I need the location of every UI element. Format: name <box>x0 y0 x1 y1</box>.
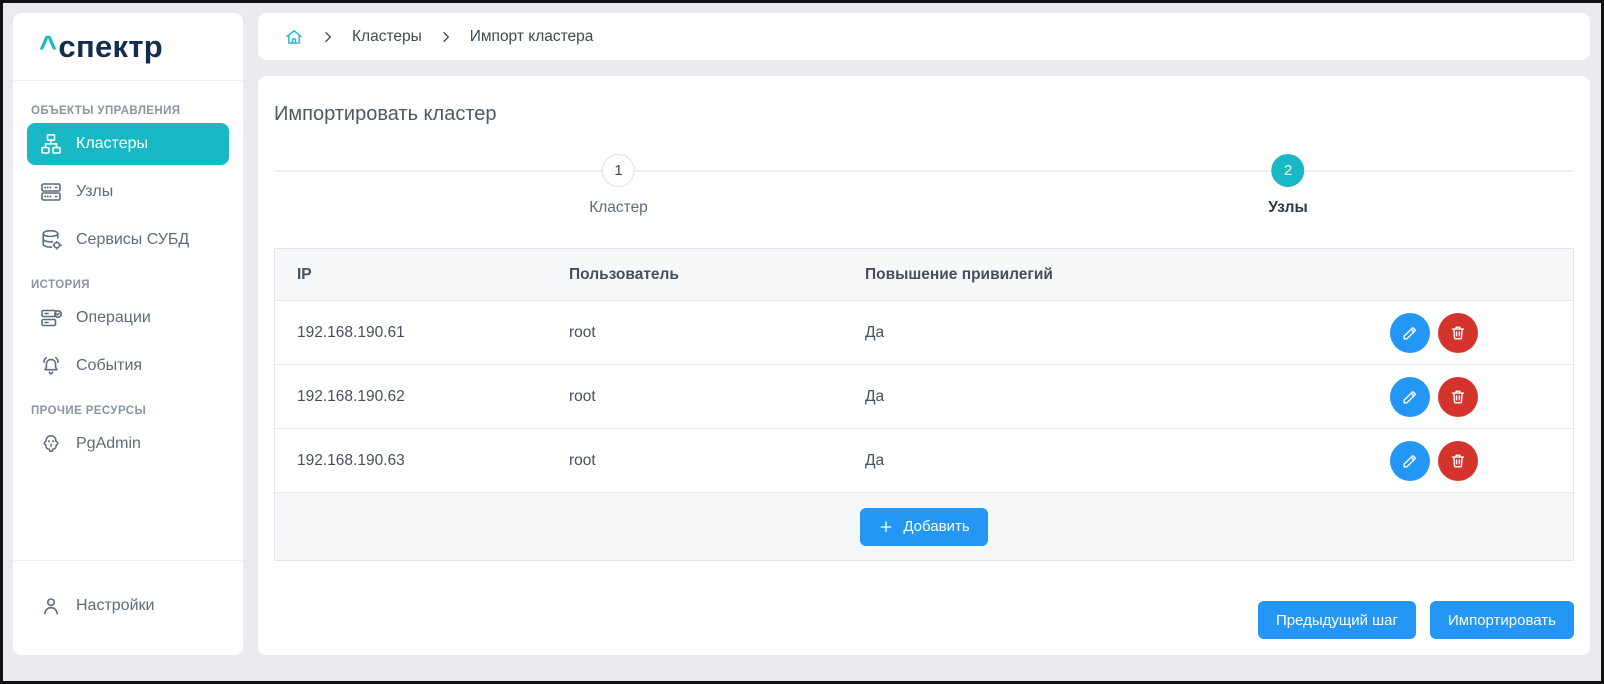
table-header-row: IP Пользователь Повышение привилегий <box>275 249 1573 301</box>
wizard-stepper: 1 Кластер 2 Узлы <box>274 154 1574 232</box>
row-actions <box>1243 441 1573 481</box>
sidebar-item-label: Узлы <box>76 183 113 201</box>
table-row: 192.168.190.63 root Да <box>275 429 1573 493</box>
section-label-history: ИСТОРИЯ <box>31 279 225 291</box>
breadcrumb: Кластеры Импорт кластера <box>258 13 1590 60</box>
step-cluster[interactable]: 1 Кластер <box>589 154 648 217</box>
section-label-objects: ОБЪЕКТЫ УПРАВЛЕНИЯ <box>31 105 225 117</box>
edit-node-button[interactable] <box>1390 313 1430 353</box>
cell-privilege: Да <box>843 452 1243 470</box>
previous-step-button[interactable]: Предыдущий шаг <box>1258 601 1416 639</box>
breadcrumb-import-cluster: Импорт кластера <box>470 28 594 46</box>
trash-icon <box>1448 451 1468 471</box>
page-title: Импортировать кластер <box>274 103 1574 126</box>
step-nodes[interactable]: 2 Узлы <box>1268 154 1307 217</box>
cell-privilege: Да <box>843 388 1243 406</box>
sidebar-item-label: Настройки <box>76 597 154 615</box>
logo-caret: ^ <box>39 29 57 65</box>
sidebar-item-label: Сервисы СУБД <box>76 231 189 249</box>
sidebar-item-label: PgAdmin <box>76 435 141 453</box>
import-cluster-card: Импортировать кластер 1 Кластер 2 Узлы I… <box>258 76 1590 655</box>
sidebar-item-clusters[interactable]: Кластеры <box>27 123 229 165</box>
chevron-right-icon <box>439 30 453 44</box>
sidebar-footer: Настройки <box>13 560 243 655</box>
events-icon <box>39 354 63 378</box>
table-row: 192.168.190.61 root Да <box>275 301 1573 365</box>
sidebar-item-events[interactable]: События <box>27 345 229 387</box>
add-node-button[interactable]: Добавить <box>860 508 987 546</box>
trash-icon <box>1448 387 1468 407</box>
cluster-icon <box>39 132 63 156</box>
user-icon <box>39 594 63 618</box>
row-actions <box>1243 377 1573 417</box>
plus-icon <box>878 519 894 535</box>
db-services-icon <box>39 228 63 252</box>
cell-user: root <box>547 452 843 470</box>
sidebar-item-pgadmin[interactable]: PgAdmin <box>27 423 229 465</box>
nodes-icon <box>39 180 63 204</box>
sidebar: ^спектр ОБЪЕКТЫ УПРАВЛЕНИЯ Кластеры <box>13 13 243 655</box>
edit-node-button[interactable] <box>1390 441 1430 481</box>
stepper-line <box>274 170 1574 172</box>
pgadmin-icon <box>39 432 63 456</box>
sidebar-item-label: Кластеры <box>76 135 148 153</box>
operations-icon <box>39 306 63 330</box>
sidebar-item-label: События <box>76 357 142 375</box>
column-header-user: Пользователь <box>547 266 843 284</box>
column-header-ip: IP <box>275 266 547 284</box>
trash-icon <box>1448 323 1468 343</box>
cell-ip: 192.168.190.63 <box>275 452 547 470</box>
step-label: Кластер <box>589 199 648 217</box>
table-row: 192.168.190.62 root Да <box>275 365 1573 429</box>
row-actions <box>1243 313 1573 353</box>
column-header-privilege: Повышение привилегий <box>843 266 1243 284</box>
chevron-right-icon <box>321 30 335 44</box>
breadcrumb-clusters[interactable]: Кластеры <box>352 28 422 46</box>
table-footer: Добавить <box>275 493 1573 560</box>
cell-user: root <box>547 388 843 406</box>
pencil-icon <box>1400 387 1420 407</box>
cell-privilege: Да <box>843 324 1243 342</box>
delete-node-button[interactable] <box>1438 313 1478 353</box>
home-icon[interactable] <box>284 27 304 47</box>
form-actions: Предыдущий шаг Импортировать <box>274 601 1574 639</box>
add-node-label: Добавить <box>903 518 969 535</box>
delete-node-button[interactable] <box>1438 441 1478 481</box>
cell-user: root <box>547 324 843 342</box>
sidebar-nav: ОБЪЕКТЫ УПРАВЛЕНИЯ Кластеры <box>13 81 243 560</box>
cell-ip: 192.168.190.62 <box>275 388 547 406</box>
sidebar-item-nodes[interactable]: Узлы <box>27 171 229 213</box>
step-number: 2 <box>1272 154 1305 187</box>
import-button[interactable]: Импортировать <box>1430 601 1574 639</box>
edit-node-button[interactable] <box>1390 377 1430 417</box>
delete-node-button[interactable] <box>1438 377 1478 417</box>
sidebar-item-db-services[interactable]: Сервисы СУБД <box>27 219 229 261</box>
app-logo: ^спектр <box>13 13 243 81</box>
pencil-icon <box>1400 451 1420 471</box>
cell-ip: 192.168.190.61 <box>275 324 547 342</box>
pencil-icon <box>1400 323 1420 343</box>
nodes-table: IP Пользователь Повышение привилегий 192… <box>274 248 1574 561</box>
sidebar-item-label: Операции <box>76 309 151 327</box>
step-number: 1 <box>602 154 635 187</box>
sidebar-item-settings[interactable]: Настройки <box>27 585 229 627</box>
section-label-other-resources: ПРОЧИЕ РЕСУРСЫ <box>31 405 225 417</box>
logo-text: спектр <box>58 29 163 65</box>
sidebar-item-operations[interactable]: Операции <box>27 297 229 339</box>
step-label: Узлы <box>1268 199 1307 217</box>
